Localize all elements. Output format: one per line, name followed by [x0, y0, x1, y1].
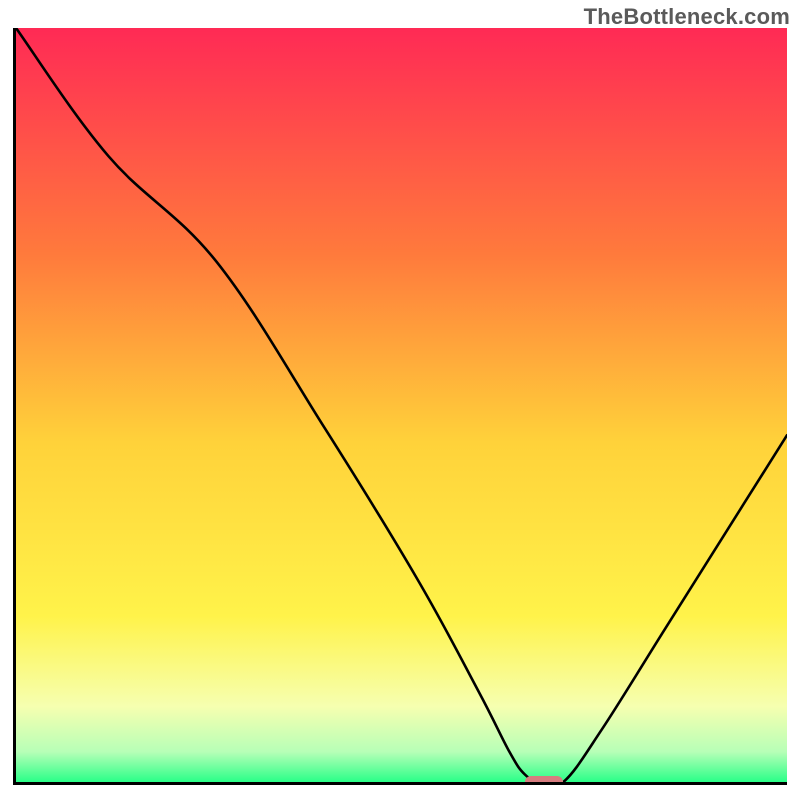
optimal-marker	[525, 776, 564, 785]
chart-container: TheBottleneck.com	[0, 0, 800, 800]
chart-svg	[16, 28, 787, 782]
watermark: TheBottleneck.com	[584, 4, 790, 30]
gradient-background	[16, 28, 787, 782]
plot-area	[13, 28, 787, 785]
